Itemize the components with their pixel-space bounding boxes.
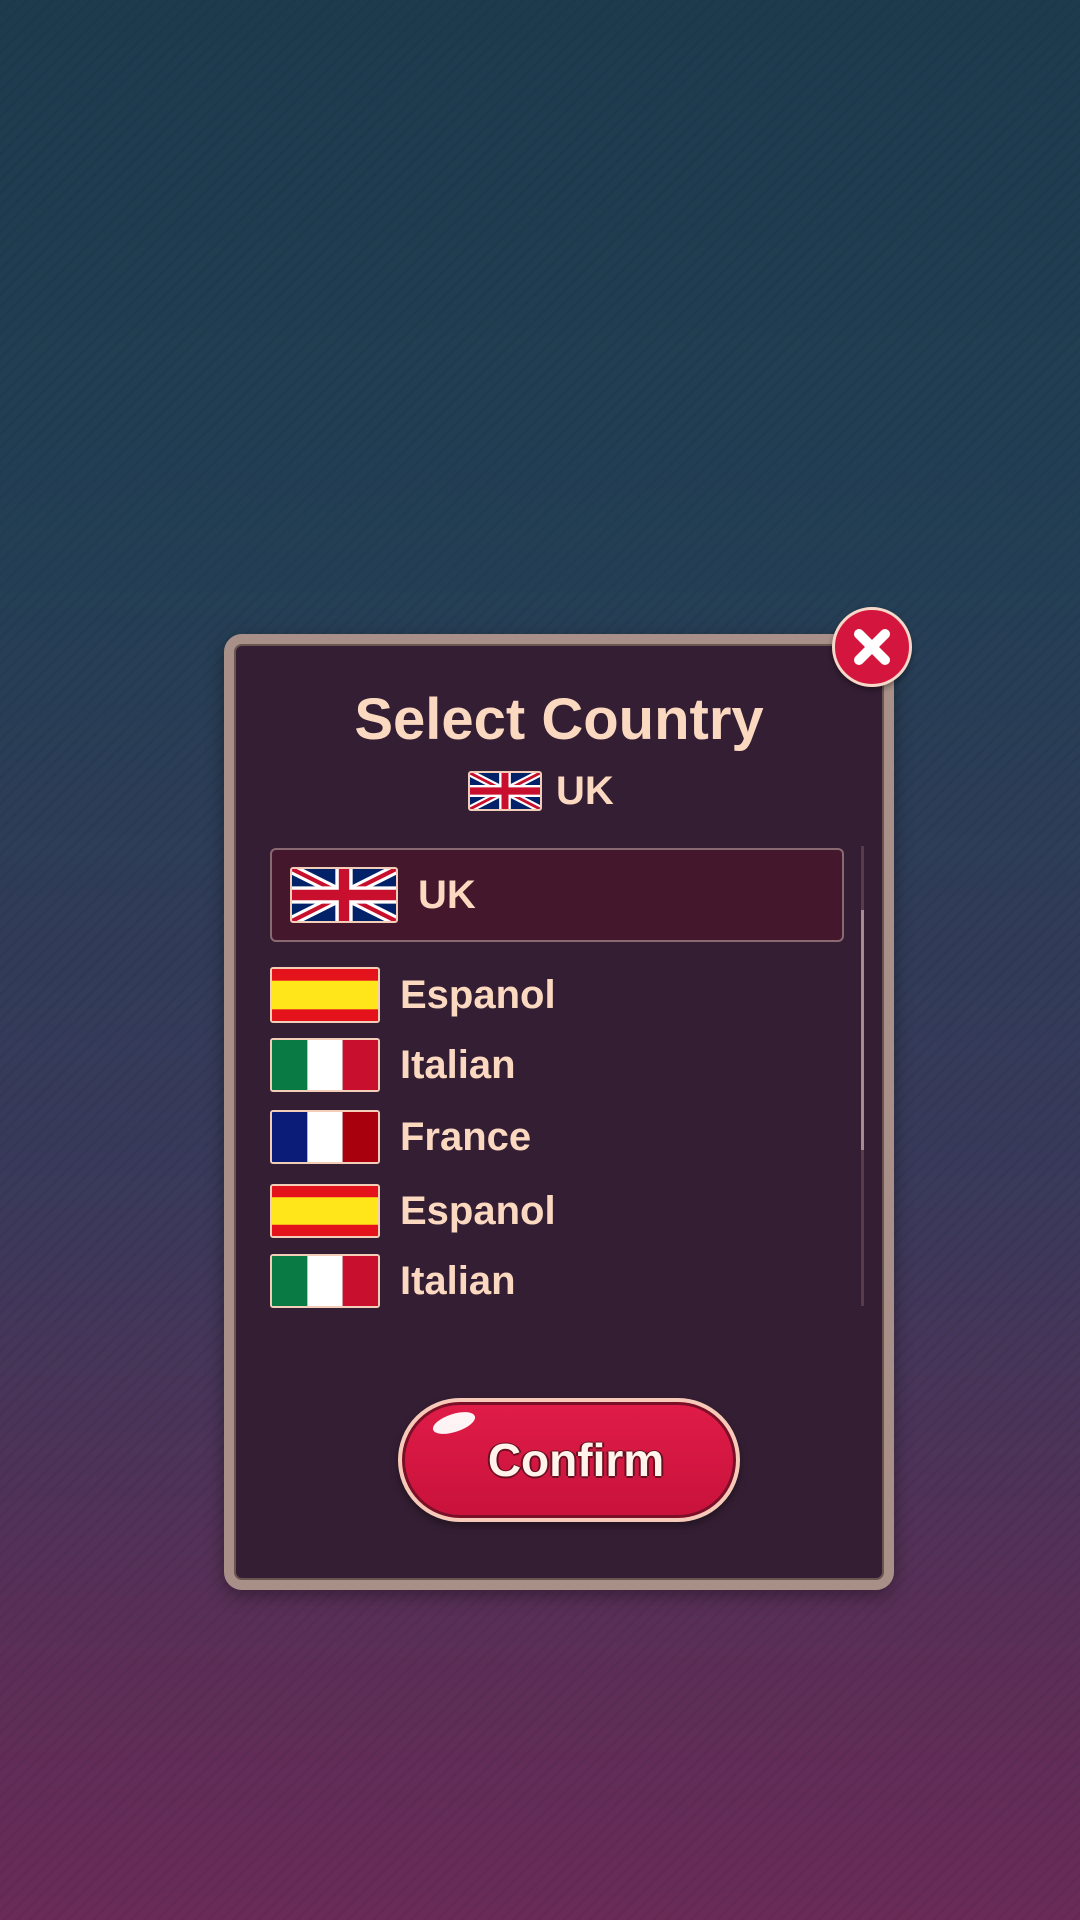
button-shine <box>430 1407 478 1439</box>
country-label: France <box>400 1114 532 1159</box>
country-item-italian[interactable]: Italian <box>270 1253 844 1309</box>
country-list[interactable]: UK Espanol Italian France Espanol Italia… <box>270 848 844 1308</box>
current-country-label: UK <box>556 768 614 813</box>
close-button[interactable] <box>832 607 912 687</box>
confirm-button[interactable]: Confirm <box>398 1398 740 1522</box>
country-item-espanol[interactable]: Espanol <box>270 1183 844 1239</box>
current-country: UK <box>468 768 614 813</box>
country-label: Espanol <box>400 1188 556 1233</box>
france-flag-icon <box>270 1110 380 1164</box>
dialog-title: Select Country <box>354 687 764 752</box>
close-icon <box>854 629 890 665</box>
country-item-france[interactable]: France <box>270 1109 844 1165</box>
country-label: Espanol <box>400 972 556 1017</box>
country-item-espanol[interactable]: Espanol <box>270 967 844 1023</box>
spain-flag-icon <box>270 967 380 1023</box>
uk-flag-icon <box>468 771 542 811</box>
country-label: Italian <box>400 1042 516 1087</box>
country-label: UK <box>418 872 476 917</box>
scrollbar-thumb[interactable] <box>861 910 864 1150</box>
country-label: Italian <box>400 1258 516 1303</box>
country-item-italian[interactable]: Italian <box>270 1037 844 1093</box>
uk-flag-icon <box>290 867 398 923</box>
spain-flag-icon <box>270 1184 380 1238</box>
italy-flag-icon <box>270 1038 380 1092</box>
country-item-uk[interactable]: UK <box>270 848 844 942</box>
italy-flag-icon <box>270 1254 380 1308</box>
confirm-label: Confirm <box>487 1434 665 1486</box>
